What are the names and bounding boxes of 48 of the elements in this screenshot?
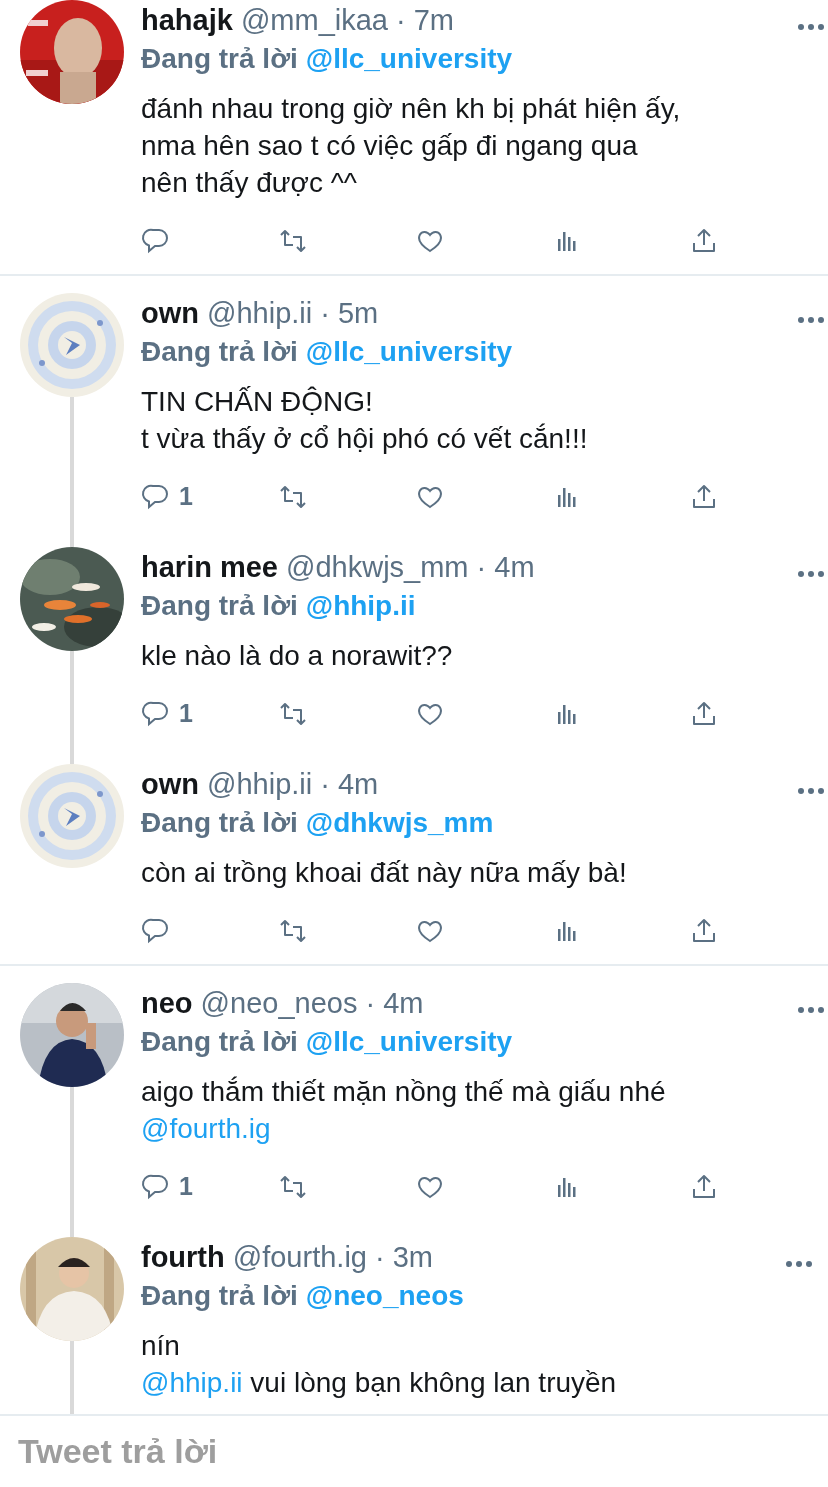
- replying-label: Đang trả lời: [141, 336, 298, 367]
- reply-count: 1: [179, 698, 193, 730]
- user-name: own: [141, 297, 199, 329]
- replying-label: Đang trả lời: [141, 1280, 298, 1311]
- reply-icon: [141, 699, 171, 729]
- replying-label: Đang trả lời: [141, 43, 298, 74]
- reply-icon: [141, 482, 171, 512]
- tweet-text: t vừa thấy ở cổ hội phó có vết cắn!!!: [141, 422, 589, 456]
- mention-link[interactable]: @neo_neos: [305, 1280, 464, 1311]
- tweet-text: còn ai trồng khoai đất này nữa mấy bà!: [141, 856, 628, 890]
- tweet-text: @hhip.ii vui lòng bạn không lan truyền: [141, 1366, 618, 1400]
- replying-label: Đang trả lời: [141, 807, 298, 838]
- mention-link[interactable]: @fourth.ig: [141, 1113, 271, 1144]
- reply-button[interactable]: 1: [141, 1167, 278, 1207]
- reply-icon: [141, 916, 171, 946]
- mention-link[interactable]: @llc_university: [305, 336, 513, 367]
- mention-link[interactable]: @dhkwjs_mm: [305, 807, 494, 838]
- user-name: neo: [141, 987, 193, 1019]
- reply-icon: [141, 1172, 171, 1202]
- reply-button[interactable]: 1: [141, 694, 278, 734]
- mention-link[interactable]: @hhip.ii: [305, 590, 416, 621]
- tweet-text: nên thấy được ^^: [141, 166, 358, 200]
- handle-time: @mm_ikaa · 7m: [240, 4, 454, 36]
- reply-button[interactable]: 1: [141, 477, 278, 517]
- tweet-text: nín: [141, 1329, 181, 1363]
- handle-time: @neo_neos · 4m: [200, 987, 424, 1019]
- tweet-text: aigo thắm thiết mặn nồng thế mà giấu nhé: [141, 1075, 667, 1109]
- mention-link[interactable]: @hhip.ii: [141, 1367, 243, 1398]
- handle-time: @dhkwjs_mm · 4m: [286, 551, 535, 583]
- tweet-text: kle nào là do a norawit??: [141, 639, 454, 673]
- tweet-text: đánh nhau trong giờ nên kh bị phát hiện ấy,: [141, 92, 682, 126]
- mention-link[interactable]: @llc_university: [305, 1026, 513, 1057]
- tweet-text: nma hên sao t có việc gấp đi ngang qua: [141, 129, 639, 163]
- user-name: hahajk: [141, 4, 233, 36]
- tweet-text: TIN CHẤN ĐỘNG!: [141, 385, 374, 419]
- user-name: harin mee: [141, 551, 278, 583]
- reply-icon: [141, 226, 171, 256]
- mention-link[interactable]: @llc_university: [305, 43, 513, 74]
- replying-label: Đang trả lời: [141, 590, 298, 621]
- handle-time: @hhip.ii · 5m: [207, 297, 379, 329]
- reply-field[interactable]: Tweet trả lời: [18, 1426, 618, 1477]
- replying-label: Đang trả lời: [141, 1026, 298, 1057]
- user-name: own: [141, 768, 199, 800]
- handle-time: @hhip.ii · 4m: [207, 768, 379, 800]
- reply-count: 1: [179, 481, 193, 513]
- reply-count: 1: [179, 1171, 193, 1203]
- handle-time: @fourth.ig · 3m: [232, 1241, 434, 1273]
- user-name: fourth: [141, 1241, 225, 1273]
